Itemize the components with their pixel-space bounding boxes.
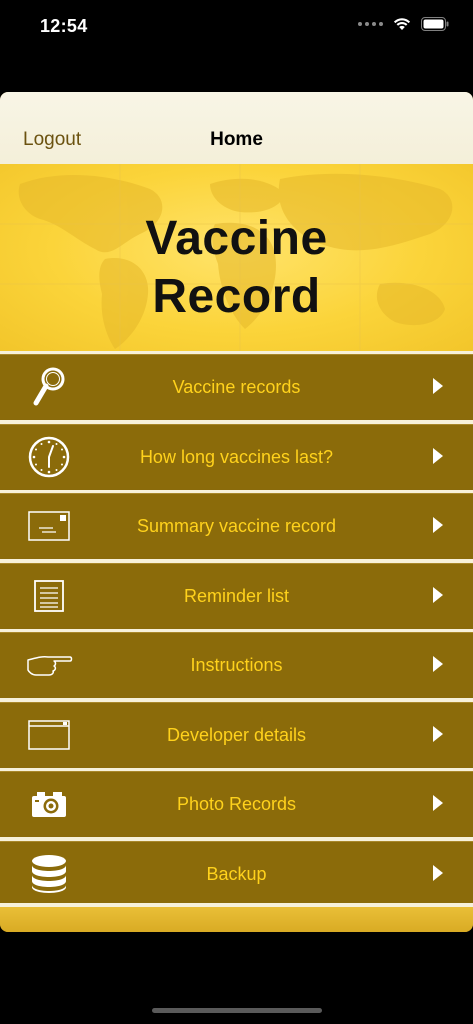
app-title-line1: Vaccine bbox=[145, 212, 328, 265]
menu-item-label: Developer details bbox=[166, 724, 307, 745]
status-time: 12:54 bbox=[40, 16, 88, 36]
main-card: Logout Home Vaccine Record Vaccine recor… bbox=[0, 92, 473, 932]
menu-item-how-long-vaccines-last[interactable]: How long vaccines last? bbox=[0, 420, 473, 489]
wifi-icon bbox=[393, 18, 411, 30]
app-title-line2: Record bbox=[152, 270, 321, 323]
chevron-right-icon bbox=[433, 447, 443, 464]
chevron-right-icon bbox=[433, 656, 443, 672]
menu-item-backup[interactable]: Backup bbox=[0, 837, 473, 906]
chevron-right-icon bbox=[433, 864, 443, 881]
menu-item-label: Backup bbox=[206, 863, 267, 884]
menu-item-label: Vaccine records bbox=[172, 377, 301, 397]
page-title: Home bbox=[210, 129, 263, 150]
status-icons bbox=[358, 17, 449, 31]
chevron-right-icon bbox=[433, 725, 443, 742]
app-banner: Vaccine Record bbox=[0, 164, 473, 354]
footer-strip bbox=[0, 903, 473, 932]
navigation-bar: Logout Home bbox=[0, 92, 473, 164]
menu-item-reminder-list[interactable]: Reminder list bbox=[0, 559, 473, 628]
menu-item-vaccine-records[interactable]: Vaccine records bbox=[0, 350, 473, 419]
menu-item-photo-records[interactable]: Photo Records bbox=[0, 767, 473, 836]
chevron-right-icon bbox=[433, 586, 443, 603]
battery-icon bbox=[421, 17, 449, 31]
menu-item-label: How long vaccines last? bbox=[139, 446, 334, 467]
status-bar: 12:54 bbox=[0, 0, 473, 54]
app-title: Vaccine Record bbox=[0, 210, 473, 326]
home-indicator[interactable] bbox=[152, 1008, 322, 1013]
chevron-right-icon bbox=[433, 795, 443, 811]
menu-item-label: Photo Records bbox=[176, 794, 297, 814]
signal-dots-icon bbox=[358, 22, 383, 26]
menu-item-instructions[interactable]: Instructions bbox=[0, 628, 473, 697]
menu-item-summary-vaccine-record[interactable]: Summary vaccine record bbox=[0, 489, 473, 558]
menu-item-label: Summary vaccine record bbox=[136, 516, 337, 536]
main-menu: Vaccine records How long vaccines last? … bbox=[0, 350, 473, 910]
chevron-right-icon bbox=[433, 378, 443, 394]
menu-item-label: Instructions bbox=[190, 655, 283, 675]
chevron-right-icon bbox=[433, 517, 443, 533]
menu-item-developer-details[interactable]: Developer details bbox=[0, 698, 473, 767]
menu-item-label: Reminder list bbox=[183, 585, 290, 606]
